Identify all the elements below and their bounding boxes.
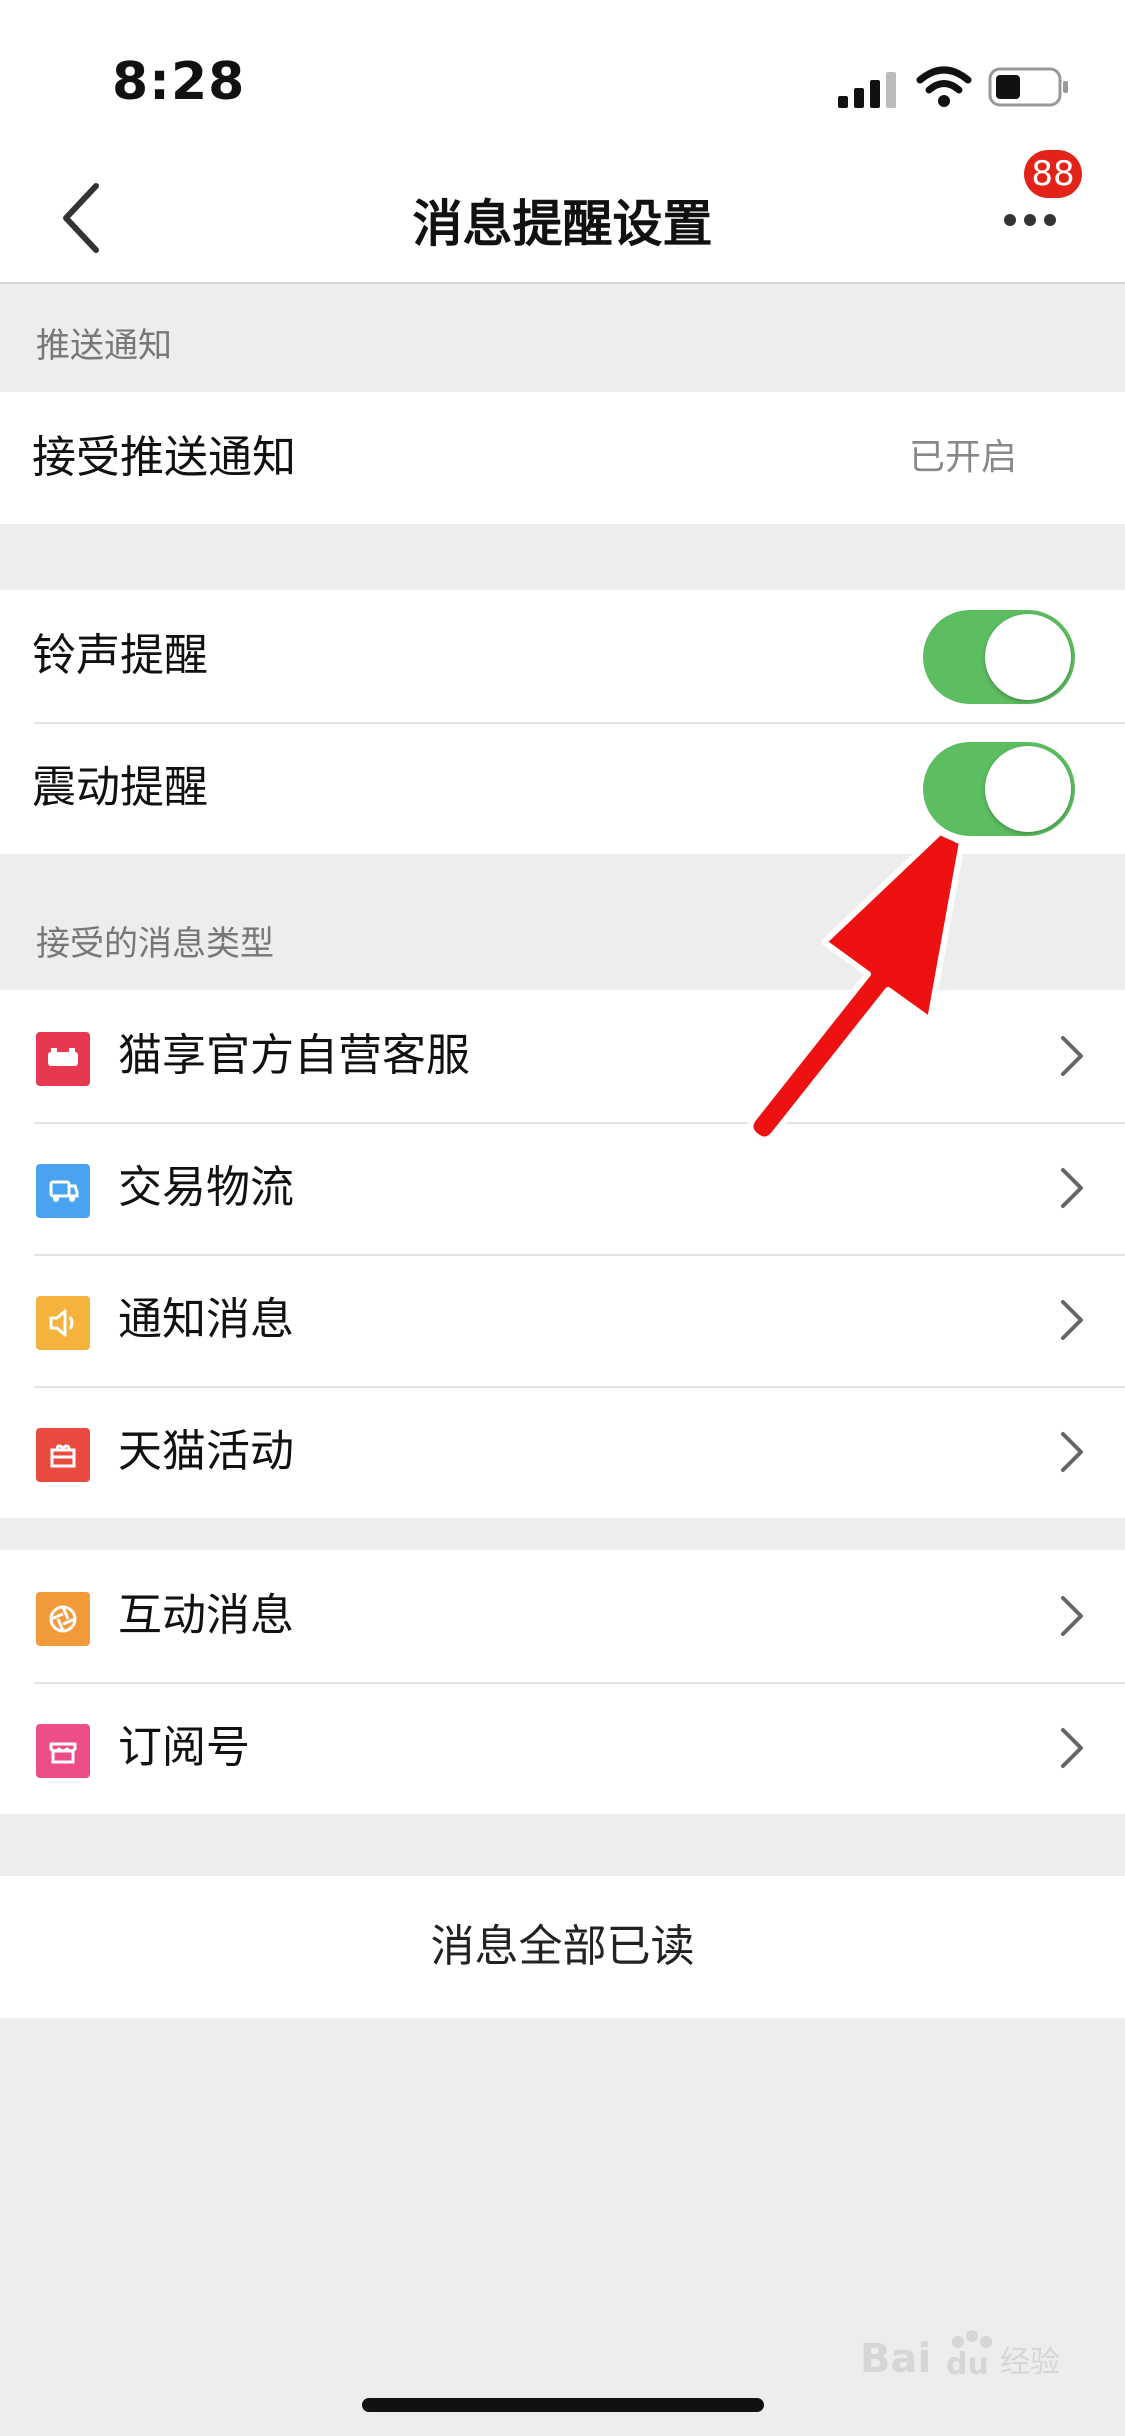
- truck-icon: [36, 1164, 90, 1218]
- list-item-label: 猫享官方自营客服: [118, 1030, 470, 1081]
- message-types-group-2: 互动消息 订阅号: [0, 1550, 1125, 1814]
- list-item-label: 交易物流: [118, 1162, 294, 1213]
- annotation-arrow-icon: [747, 829, 965, 1143]
- mark-all-read-label: 消息全部已读: [430, 1921, 695, 1972]
- section-header-label: 接受的消息类型: [36, 924, 274, 964]
- speaker-icon: [36, 1296, 90, 1350]
- vibration-label: 震动提醒: [32, 762, 208, 813]
- chevron-right-icon: [1061, 1168, 1083, 1208]
- list-item-notifications[interactable]: 通知消息: [0, 1254, 1125, 1386]
- list-item-label: 互动消息: [118, 1590, 294, 1641]
- more-options-icon[interactable]: [1000, 200, 1060, 240]
- list-item-label: 通知消息: [118, 1294, 294, 1345]
- list-item-tmall-events[interactable]: 天猫活动: [0, 1386, 1125, 1518]
- chevron-right-icon: [1061, 1432, 1083, 1472]
- gift-icon: [36, 1428, 90, 1482]
- toggle-knob: [985, 614, 1071, 700]
- svg-text:Bai: Bai: [860, 2336, 931, 2382]
- list-item-label: 订阅号: [118, 1722, 250, 1773]
- store-icon: [36, 1032, 90, 1086]
- toggle-knob: [985, 746, 1071, 832]
- section-header-label: 推送通知: [36, 326, 172, 366]
- cellular-signal-icon: [838, 72, 896, 108]
- baidu-watermark-icon: Bai du 经验: [860, 2330, 1060, 2382]
- navigation-bar: 消息提醒设置 88: [0, 150, 1125, 284]
- svg-text:经验: 经验: [1000, 2345, 1060, 2380]
- push-group: 接受推送通知 已开启: [0, 392, 1125, 524]
- home-indicator[interactable]: [362, 2398, 764, 2412]
- chevron-right-icon: [1061, 1596, 1083, 1636]
- svg-text:du: du: [946, 2347, 989, 2382]
- ringtone-toggle[interactable]: [923, 610, 1075, 704]
- section-header-push: 推送通知: [0, 284, 1125, 392]
- ringtone-label: 铃声提醒: [32, 630, 208, 681]
- page-title: 消息提醒设置: [412, 195, 713, 253]
- mark-all-read-button[interactable]: 消息全部已读: [0, 1876, 1125, 2018]
- ringtone-row: 铃声提醒: [0, 590, 1125, 722]
- list-item-label: 天猫活动: [118, 1426, 294, 1477]
- chevron-right-icon: [1061, 1036, 1083, 1076]
- list-item-interactive[interactable]: 互动消息: [0, 1550, 1125, 1682]
- status-time: 8:28: [112, 52, 246, 112]
- alert-group: 铃声提醒 震动提醒: [0, 590, 1125, 854]
- chevron-right-icon: [1061, 1300, 1083, 1340]
- accept-push-label: 接受推送通知: [32, 432, 296, 483]
- list-item-subscriptions[interactable]: 订阅号: [0, 1682, 1125, 1814]
- wifi-icon: [916, 66, 972, 107]
- battery-icon: [988, 67, 1068, 107]
- accept-push-row[interactable]: 接受推送通知 已开启: [0, 392, 1125, 524]
- aperture-icon: [36, 1592, 90, 1646]
- shop-icon: [36, 1724, 90, 1778]
- status-bar: 8:28: [0, 0, 1125, 150]
- notification-badge: 88: [1024, 150, 1082, 198]
- accept-push-status: 已开启: [908, 437, 1017, 478]
- chevron-right-icon: [1061, 1728, 1083, 1768]
